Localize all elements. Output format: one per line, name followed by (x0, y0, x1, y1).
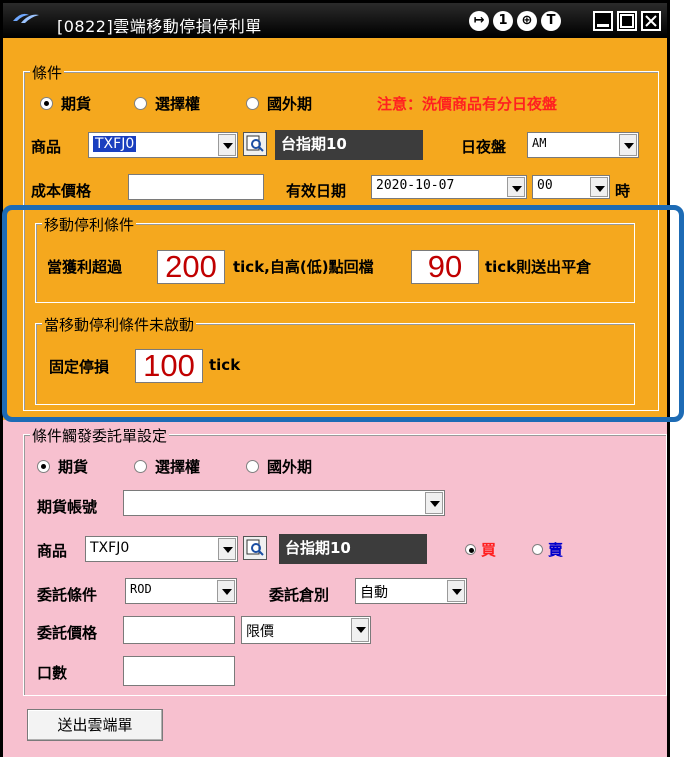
order-product-label: 商品 (37, 542, 68, 560)
highlight-frame (2, 205, 684, 422)
session-value: AM (532, 136, 547, 150)
position-select[interactable]: 自動 (355, 578, 467, 604)
side-sell-label: 賣 (548, 541, 564, 559)
submit-cloud-order-button[interactable]: 送出雲端單 (27, 709, 163, 741)
chevron-down-icon[interactable] (351, 618, 369, 642)
title-bar: [0822]雲端移動停損停利單 ↦ 1 ⊕ T (3, 3, 667, 37)
one-icon[interactable]: 1 (493, 11, 513, 31)
minimize-button[interactable] (593, 11, 613, 31)
chevron-down-icon[interactable] (218, 538, 236, 560)
radio-foreign-futures-label: 國外期 (267, 95, 313, 113)
account-select[interactable] (123, 490, 445, 516)
order-radio-options[interactable] (134, 460, 147, 473)
search-icon (246, 135, 264, 152)
radio-foreign-futures[interactable] (246, 97, 259, 110)
expiry-label: 有效日期 (286, 182, 347, 200)
maximize-button[interactable] (617, 11, 637, 31)
close-button[interactable] (641, 11, 661, 31)
link-icon[interactable]: ↦ (469, 11, 489, 31)
order-cond-label: 委託條件 (37, 586, 98, 604)
order-product-value: TXFJ0 (90, 540, 130, 556)
radio-options-label: 選擇權 (155, 95, 201, 113)
expiry-hour-select[interactable]: 00 (532, 175, 610, 199)
product-label: 商品 (31, 138, 62, 156)
price-type-select[interactable]: 限價 (241, 616, 371, 644)
order-radio-foreign-futures-label: 國外期 (267, 458, 313, 476)
product-name-display: 台指期10 (275, 130, 423, 160)
close-icon (645, 15, 657, 27)
order-panel: 條件觸發委託單設定 期貨 選擇權 國外期 期貨帳號 商品 TXFJ0 台指期10 (3, 420, 667, 757)
order-radio-futures-label: 期貨 (58, 458, 89, 476)
expiry-date-select[interactable]: 2020-10-07 (371, 175, 527, 199)
order-radio-options-label: 選擇權 (155, 458, 201, 476)
app-logo-icon (13, 13, 39, 23)
radio-futures[interactable] (40, 97, 53, 110)
account-label: 期貨帳號 (37, 498, 98, 516)
order-product-search-button[interactable] (243, 536, 267, 560)
order-group: 條件觸發委託單設定 (23, 425, 667, 696)
window-title: [0822]雲端移動停損停利單 (57, 17, 262, 36)
condition-group-title: 條件 (30, 62, 65, 83)
order-product-name-display: 台指期10 (279, 534, 427, 564)
position-value: 自動 (360, 585, 388, 601)
order-cond-value: ROD (130, 582, 152, 596)
expiry-hour-value: 00 (537, 178, 553, 193)
order-price-input[interactable] (123, 616, 235, 644)
side-buy-label: 買 (481, 541, 497, 559)
session-label: 日夜盤 (461, 138, 507, 156)
chevron-down-icon[interactable] (507, 177, 525, 197)
hour-suffix: 時 (615, 182, 631, 200)
topmost-icon[interactable]: T (541, 11, 561, 31)
cost-label: 成本價格 (31, 182, 92, 200)
radio-futures-label: 期貨 (61, 95, 92, 113)
product-search-button[interactable] (243, 132, 267, 156)
cost-input[interactable] (128, 174, 264, 200)
position-label: 委託倉別 (269, 586, 330, 604)
radio-options[interactable] (134, 97, 147, 110)
side-buy-radio[interactable] (465, 544, 476, 555)
order-group-title: 條件觸發委託單設定 (30, 425, 170, 446)
search-icon (246, 539, 264, 556)
chevron-down-icon[interactable] (425, 492, 443, 514)
chevron-down-icon[interactable] (590, 177, 608, 197)
price-type-value: 限價 (246, 624, 274, 640)
qty-input[interactable] (123, 656, 235, 686)
chevron-down-icon[interactable] (447, 580, 465, 602)
expiry-date-value: 2020-10-07 (376, 178, 455, 193)
maximize-icon (620, 14, 634, 28)
product-value: TXFJ0 (93, 136, 137, 152)
chevron-down-icon[interactable] (619, 134, 637, 156)
settings-icon[interactable]: ⊕ (517, 11, 537, 31)
session-notice: 注意：洗價商品有分日夜盤 (377, 95, 558, 113)
chevron-down-icon[interactable] (218, 134, 236, 156)
minimize-icon (597, 24, 609, 27)
chevron-down-icon[interactable] (217, 580, 235, 602)
product-select[interactable]: TXFJ0 (88, 132, 238, 158)
session-select[interactable]: AM (527, 132, 639, 158)
side-sell-radio[interactable] (532, 544, 543, 555)
order-price-label: 委託價格 (37, 624, 98, 642)
qty-label: 口數 (37, 664, 68, 682)
order-product-select[interactable]: TXFJ0 (85, 536, 238, 562)
order-cond-select[interactable]: ROD (125, 578, 237, 604)
order-radio-futures[interactable] (37, 460, 50, 473)
order-radio-foreign-futures[interactable] (246, 460, 259, 473)
